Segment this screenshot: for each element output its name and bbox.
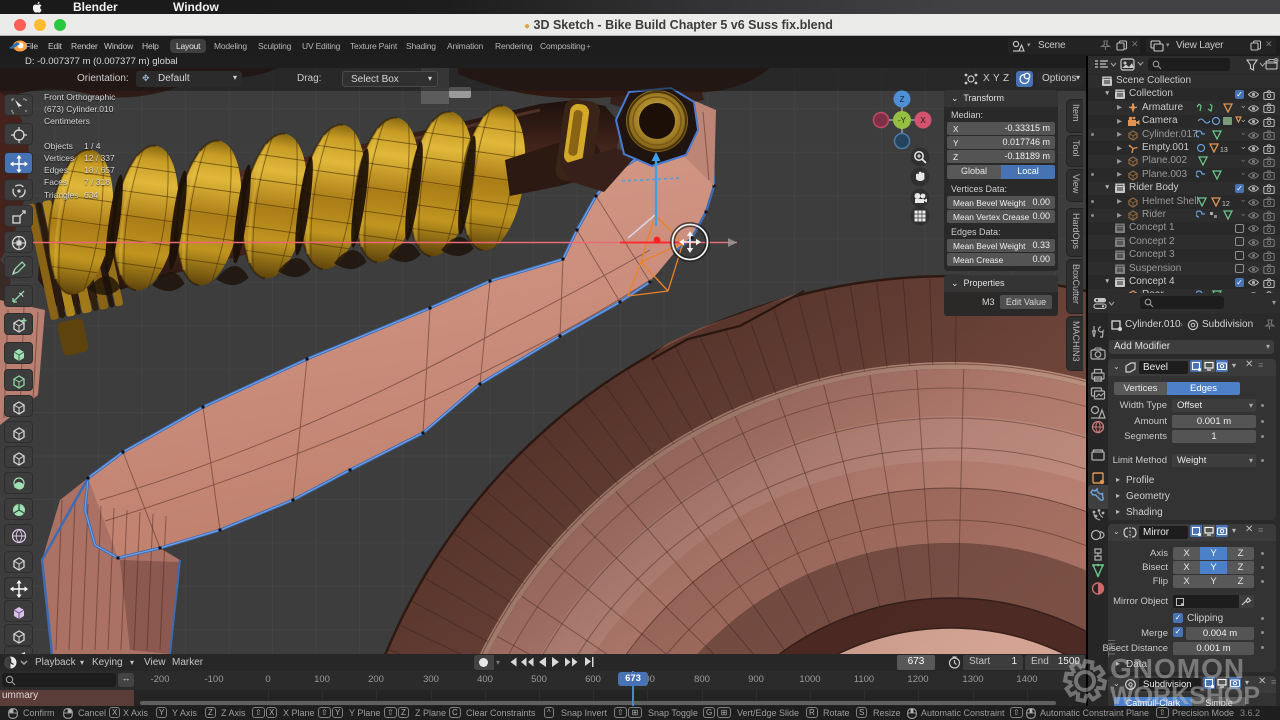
svg-text:12: 12 [1222, 201, 1230, 207]
svg-text:X: X [920, 116, 926, 125]
svg-text:Z: Z [900, 95, 905, 104]
svg-text:-Y: -Y [898, 116, 907, 125]
svg-text:13: 13 [1220, 147, 1228, 153]
